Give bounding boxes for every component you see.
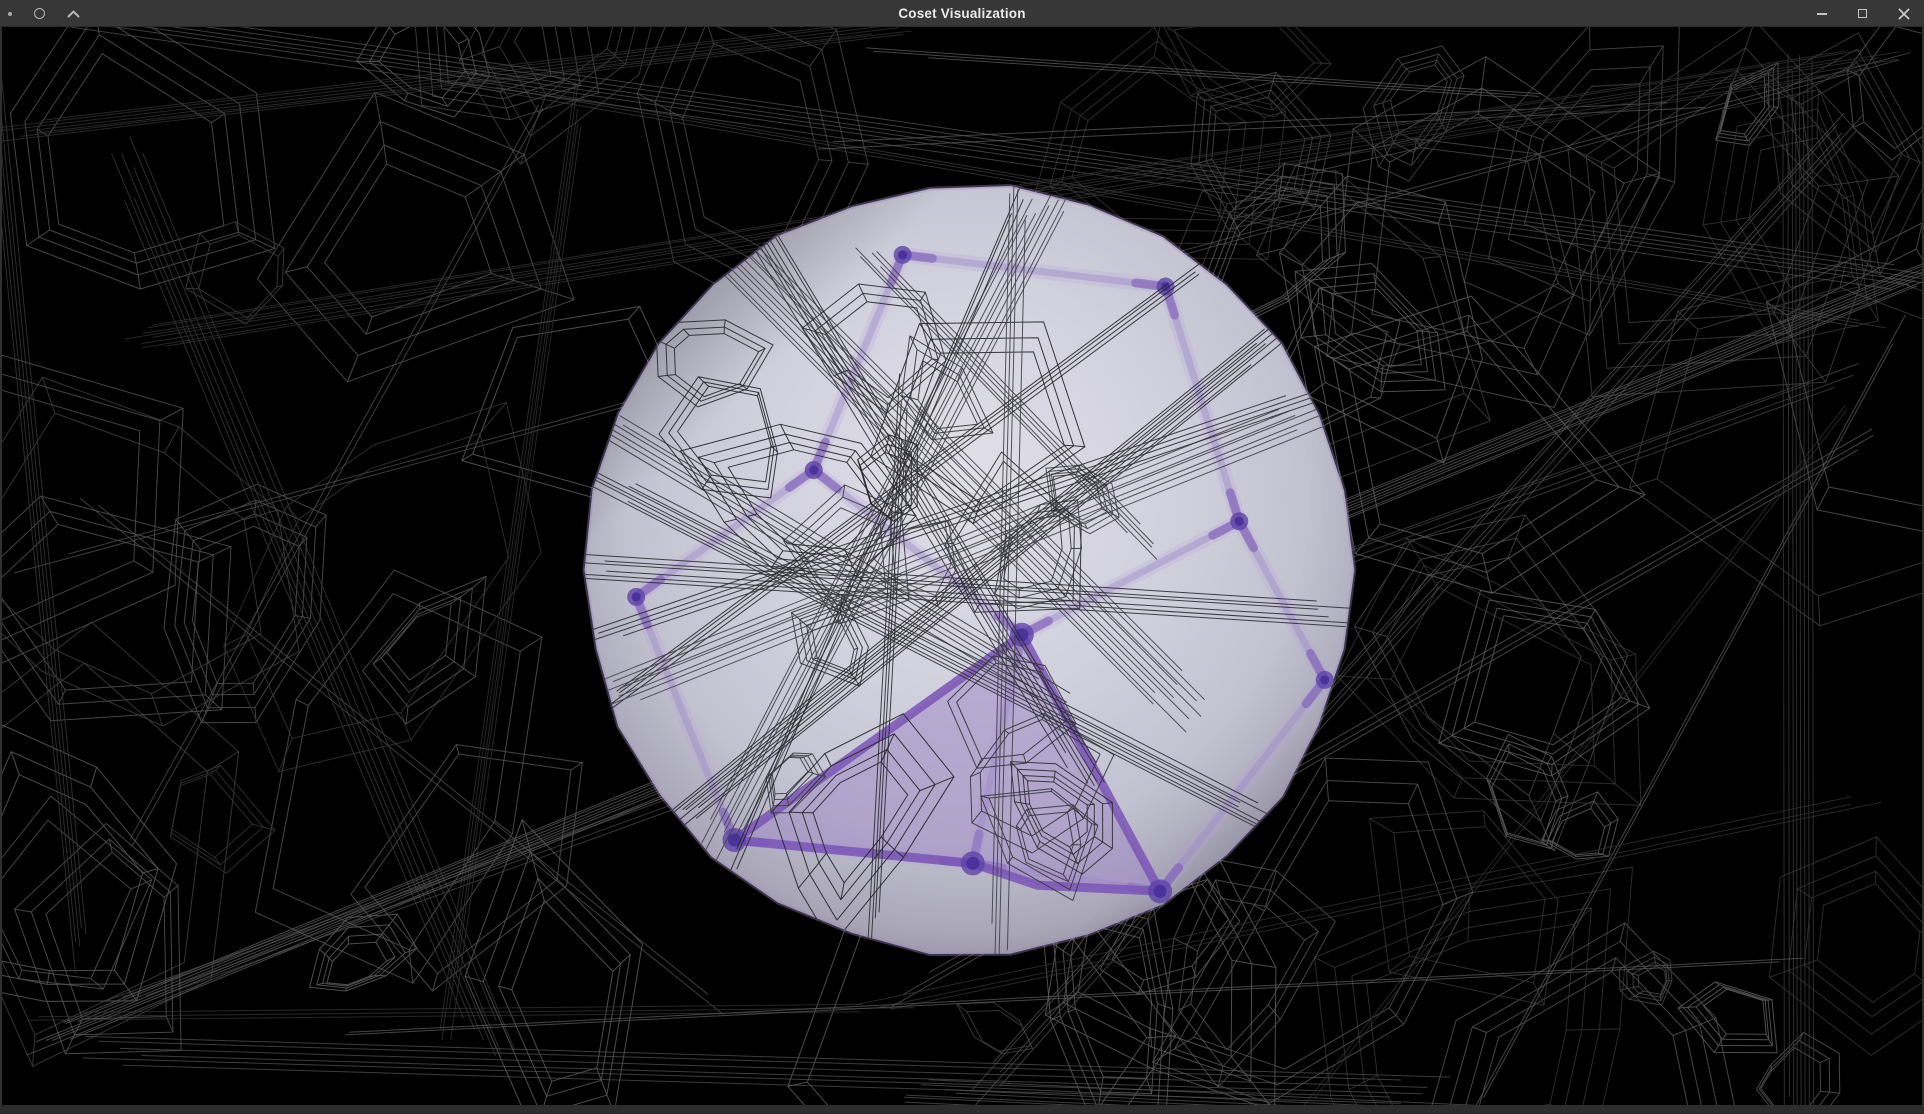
- minimize-icon: [1817, 13, 1827, 15]
- chevron-up-icon[interactable]: [67, 10, 80, 18]
- window-controls: [1817, 0, 1910, 27]
- visualization-viewport[interactable]: [2, 27, 1922, 1105]
- titlebar-left-icons: [8, 0, 80, 27]
- window-bottom-border: [0, 1105, 1924, 1114]
- maximize-icon: [1858, 9, 1867, 18]
- minimize-button[interactable]: [1817, 13, 1827, 15]
- app-dot-icon[interactable]: [8, 12, 12, 16]
- circle-icon[interactable]: [34, 8, 45, 19]
- titlebar[interactable]: Coset Visualization: [0, 0, 1924, 27]
- window-title: Coset Visualization: [0, 0, 1924, 27]
- desktop: { "window": { "title": "Coset Visualizat…: [0, 0, 1924, 1114]
- coset-3d-scene: [2, 27, 1922, 1105]
- maximize-button[interactable]: [1858, 9, 1867, 18]
- close-button[interactable]: [1898, 8, 1910, 20]
